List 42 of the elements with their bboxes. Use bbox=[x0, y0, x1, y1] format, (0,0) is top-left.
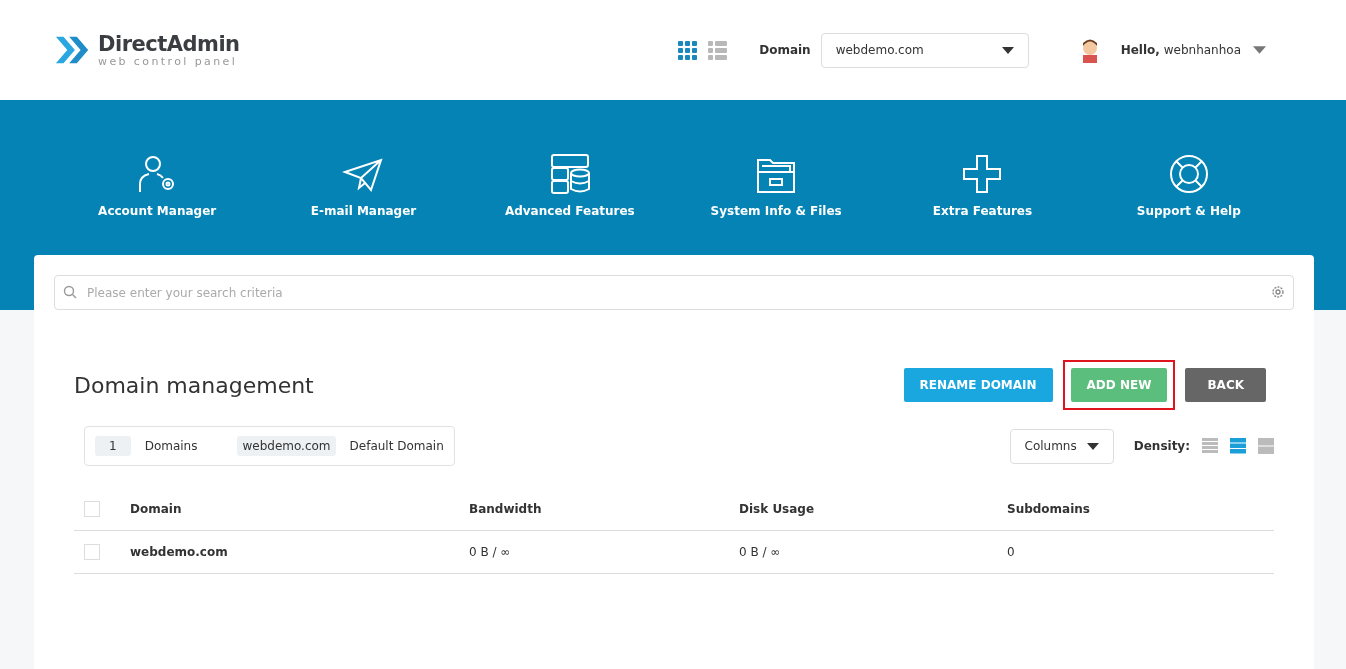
logo-name: DirectAdmin bbox=[98, 32, 240, 55]
settings-icon[interactable] bbox=[1271, 285, 1285, 299]
density-icon[interactable] bbox=[1230, 438, 1246, 454]
action-button[interactable]: RENAME DOMAIN bbox=[903, 368, 1053, 402]
user-greeting[interactable]: Hello, webnhanhoa bbox=[1120, 43, 1241, 57]
nav-item[interactable]: E-mail Manager bbox=[260, 152, 467, 218]
row-checkbox[interactable] bbox=[84, 544, 100, 560]
columns-button[interactable]: Columns bbox=[1009, 428, 1114, 464]
domain-select[interactable]: webdemo.com bbox=[820, 32, 1029, 68]
list-view-icon[interactable] bbox=[708, 40, 728, 60]
default-label: Default Domain bbox=[349, 439, 444, 453]
density-label: Density: bbox=[1133, 439, 1190, 453]
table-cell: 0 B / ∞ bbox=[469, 545, 511, 559]
nav-item[interactable]: Account Manager bbox=[54, 152, 261, 218]
caret-icon bbox=[1001, 46, 1014, 54]
caret-icon[interactable] bbox=[1253, 46, 1266, 54]
grid-view-icon[interactable] bbox=[678, 40, 698, 60]
nav-item[interactable]: Advanced Features bbox=[466, 152, 673, 218]
domain-link[interactable]: webdemo.com bbox=[130, 545, 228, 559]
density-icon[interactable] bbox=[1202, 438, 1218, 454]
column-header: Subdomains bbox=[1007, 502, 1090, 516]
column-header: Disk Usage bbox=[739, 502, 815, 516]
logo-tagline: web control panel bbox=[98, 54, 239, 68]
nav-item[interactable]: Support & Help bbox=[1085, 152, 1292, 218]
nav-item[interactable]: System Info & Files bbox=[673, 152, 880, 218]
domain-count: 1 bbox=[95, 436, 131, 456]
count-label: Domains bbox=[144, 439, 198, 453]
select-all-checkbox[interactable] bbox=[84, 501, 100, 517]
table-cell: 0 bbox=[1007, 545, 1015, 559]
action-button[interactable]: BACK bbox=[1185, 368, 1266, 402]
page-title: Domain management bbox=[74, 372, 314, 398]
column-header: Domain bbox=[130, 502, 182, 516]
search-field[interactable]: Please enter your search criteria bbox=[54, 275, 1294, 310]
domain-label: Domain bbox=[759, 43, 811, 57]
table-cell: 0 B / ∞ bbox=[739, 545, 781, 559]
default-domain: webdemo.com bbox=[237, 436, 336, 456]
action-button[interactable]: ADD NEW bbox=[1070, 368, 1168, 402]
search-icon bbox=[63, 285, 77, 299]
column-header: Bandwidth bbox=[469, 502, 542, 516]
nav-item[interactable]: Extra Features bbox=[879, 152, 1086, 218]
caret-icon bbox=[1086, 442, 1099, 450]
density-icon[interactable] bbox=[1258, 438, 1274, 454]
